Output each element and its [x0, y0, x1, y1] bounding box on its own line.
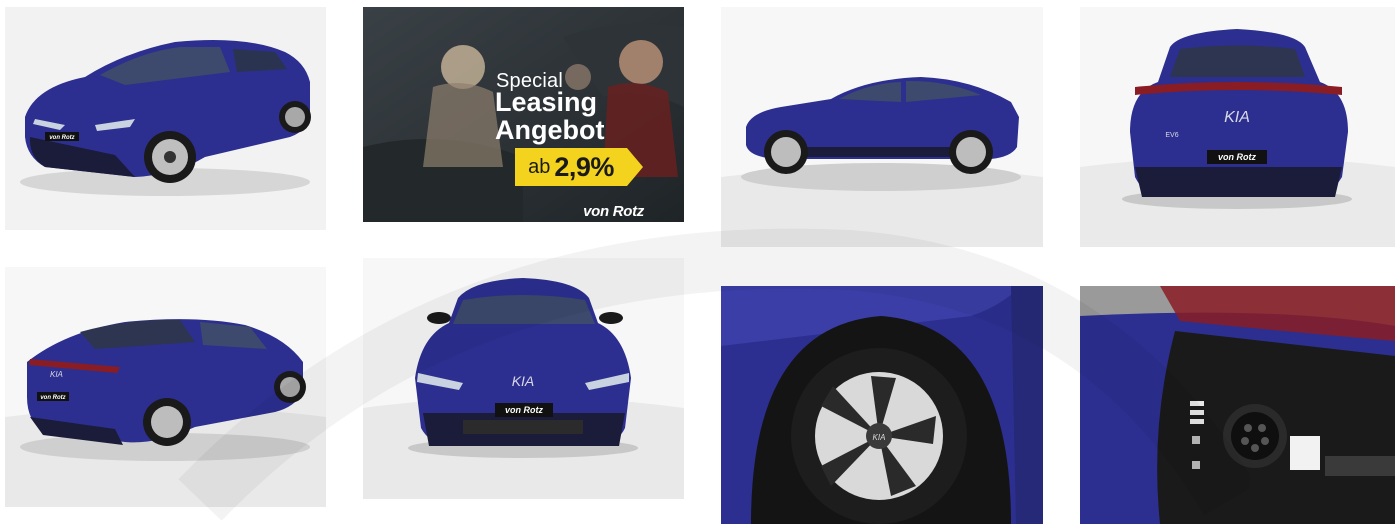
- car-front-three-quarter-photo: von Rotz: [5, 7, 326, 230]
- gallery-image-rear[interactable]: KIA EV6 von Rotz: [1080, 7, 1395, 247]
- charging-port-photo: [1080, 286, 1395, 524]
- gallery-image-front[interactable]: KIA von Rotz: [363, 258, 684, 499]
- car-rear-three-quarter-photo: KIA von Rotz: [5, 267, 326, 507]
- promo-background-photo: [363, 7, 684, 222]
- gallery-image-front-three-quarter[interactable]: von Rotz: [5, 7, 326, 230]
- plate-brand-text: von Rotz: [49, 135, 74, 141]
- plate-brand-text: von Rotz: [505, 405, 543, 415]
- car-side-profile-photo: [721, 7, 1043, 247]
- model-badge-text: EV6: [1165, 132, 1178, 139]
- gallery-image-side-profile[interactable]: [721, 7, 1043, 247]
- plate-brand-text: von Rotz: [40, 395, 65, 401]
- kia-logo-text: KIA: [50, 370, 63, 379]
- wheel-closeup-photo: KIA: [721, 286, 1043, 524]
- kia-logo-text: KIA: [1224, 109, 1250, 126]
- kia-logo-text: KIA: [512, 373, 535, 389]
- kia-logo-text: KIA: [873, 433, 886, 442]
- image-gallery: von Rotz Special Leasing Angebot ab 2,9%…: [0, 0, 1395, 524]
- gallery-image-promo-banner[interactable]: Special Leasing Angebot ab 2,9% von Rotz: [363, 7, 684, 222]
- car-rear-photo: KIA EV6 von Rotz: [1080, 7, 1395, 247]
- gallery-image-wheel-closeup[interactable]: KIA: [721, 286, 1043, 524]
- plate-brand-text: von Rotz: [1218, 152, 1256, 162]
- gallery-image-rear-three-quarter[interactable]: KIA von Rotz: [5, 267, 326, 507]
- gallery-image-charging-port[interactable]: [1080, 286, 1395, 524]
- car-front-photo: KIA von Rotz: [363, 258, 684, 499]
